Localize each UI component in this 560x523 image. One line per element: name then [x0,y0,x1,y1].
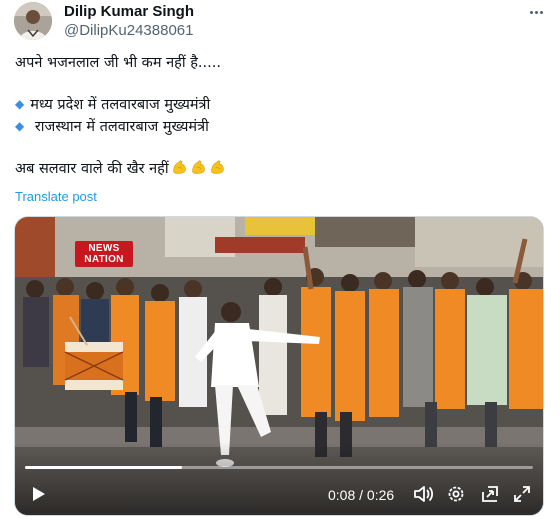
picture-in-picture-icon[interactable] [479,483,501,505]
video-progress-bar[interactable] [25,466,533,469]
volume-icon[interactable] [412,483,434,505]
display-name[interactable]: Dilip Kumar Singh [64,3,194,21]
bullet-text: मध्य प्रदेश में तलवारबाज मुख्यमंत्री [30,97,211,113]
tweet-text: अपने भजनलाल जी भी कम नहीं है..... ◆ मध्य … [15,52,535,180]
logo-line: NATION [84,254,124,265]
tweet-bullet-line: ◆ राजस्थान में तलवारबाज मुख्यमंत्री [15,116,535,138]
flexed-biceps-icon [172,160,186,174]
user-handle[interactable]: @DilipKu24388061 [64,22,194,40]
translate-post-link[interactable]: Translate post [15,189,97,204]
author-block[interactable]: Dilip Kumar Singh @DilipKu24388061 [64,3,194,40]
video-player[interactable]: NEWS NATION 0:08 / 0:26 [14,216,544,516]
fullscreen-icon[interactable] [511,483,533,505]
blue-diamond-icon: ◆ [15,119,25,133]
flexed-biceps-icon [191,160,205,174]
video-controls: 0:08 / 0:26 [15,479,543,509]
time-readout: 0:08 / 0:26 [328,487,395,503]
tweet-line: अपने भजनलाल जी भी कम नहीं है..... [15,55,221,71]
channel-logo: NEWS NATION [75,241,133,267]
bullet-text: राजस्थान में तलवारबाज मुख्यमंत्री [30,119,209,135]
avatar[interactable] [14,2,52,40]
logo-line: NEWS [88,243,120,254]
progress-fill [25,466,183,469]
blue-diamond-icon: ◆ [15,97,25,111]
more-options-icon[interactable] [526,4,546,20]
play-icon[interactable] [27,483,49,505]
tweet-line-text: अब सलवार वाले की खैर नहीं [15,161,169,177]
gear-icon[interactable] [445,483,467,505]
tweet-line: अब सलवार वाले की खैर नहीं [15,158,535,180]
tweet-bullet-line: ◆ मध्य प्रदेश में तलवारबाज मुख्यमंत्री [15,94,535,116]
flexed-biceps-icon [210,160,224,174]
